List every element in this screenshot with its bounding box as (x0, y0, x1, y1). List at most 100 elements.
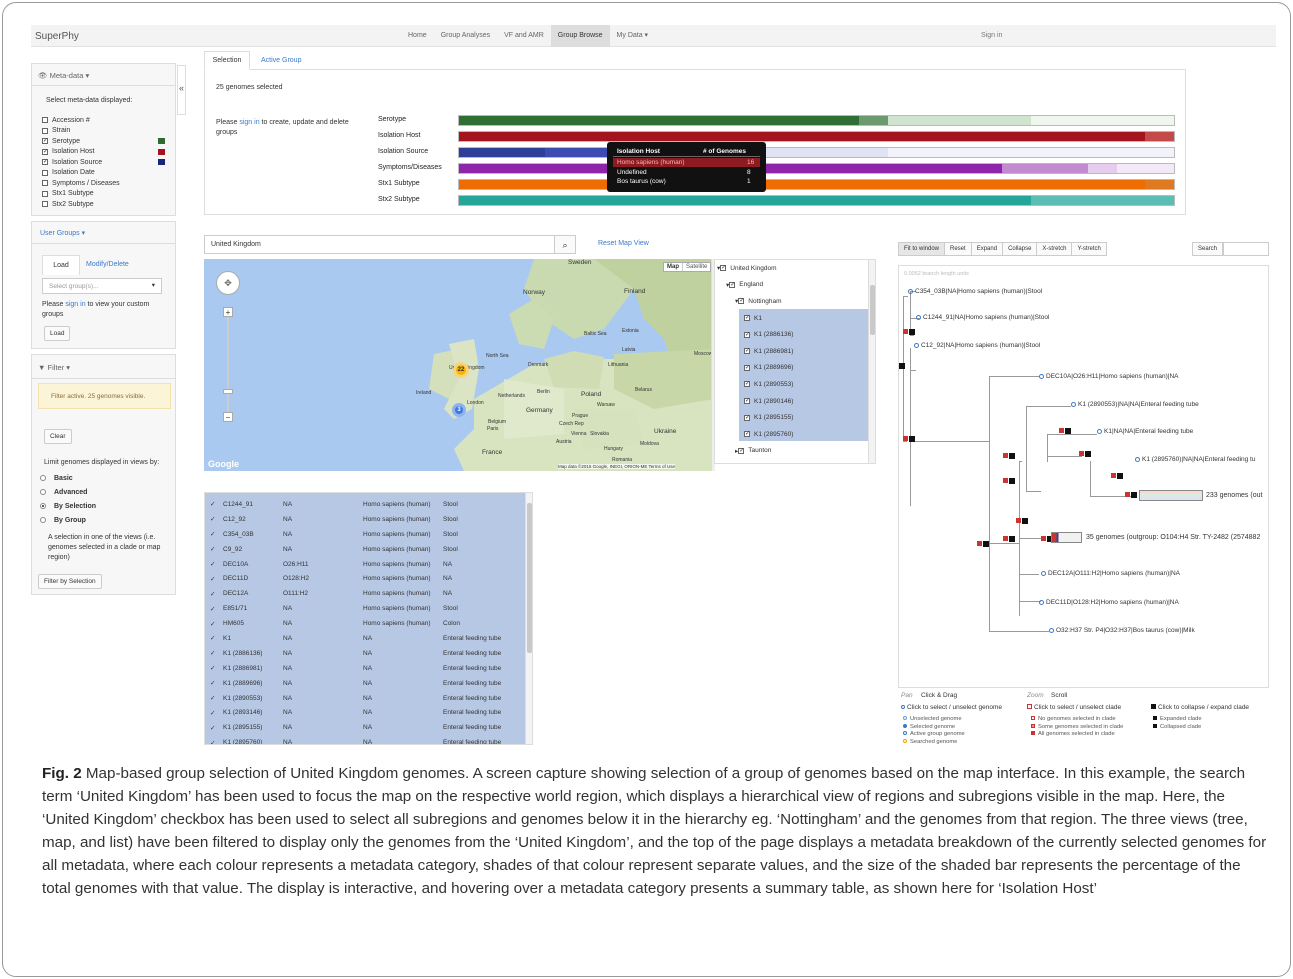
tree-leaf[interactable]: 233 genomes (out (1206, 492, 1262, 499)
metadata-option[interactable]: Symptoms / Diseases (42, 178, 177, 189)
table-row[interactable]: ✓ K1 (2886981) NA NA Enteral feeding tube (205, 661, 525, 676)
collapsed-clade-233[interactable] (1139, 490, 1203, 501)
row-checkbox[interactable]: ✓ (205, 649, 223, 657)
region-tree-item[interactable]: ▸ ✓ Taunton (715, 443, 870, 460)
load-button[interactable]: Load (44, 326, 71, 341)
metadata-checkbox[interactable]: ✓ (42, 159, 48, 166)
region-tree-item[interactable]: ✓ K1 (2895155) (715, 409, 870, 426)
tree-leaf[interactable]: K1 (2890553)|NA|NA|Enteral feeding tube (1071, 401, 1199, 408)
zoom-in-button[interactable]: + (223, 307, 233, 317)
metadata-checkbox[interactable] (42, 169, 48, 176)
tab-selection[interactable]: Selection (204, 51, 250, 70)
table-row[interactable]: ✓ C9_92 NA Homo sapiens (human) Stool (205, 542, 525, 557)
genome-node-icon[interactable] (1071, 401, 1076, 407)
tab-load[interactable]: Load (42, 255, 80, 275)
row-checkbox[interactable]: ✓ (205, 694, 223, 702)
tree-search-input[interactable] (1223, 242, 1269, 256)
clear-filter-button[interactable]: Clear (44, 429, 72, 444)
metadata-bar-segment[interactable] (1145, 180, 1174, 189)
table-row[interactable]: ✓ DEC11D O128:H2 Homo sapiens (human) NA (205, 571, 525, 586)
nav-item-4[interactable]: My Data ▾ (610, 25, 656, 47)
metadata-checkbox[interactable] (42, 117, 48, 124)
row-checkbox[interactable]: ✓ (205, 590, 223, 598)
table-row[interactable]: ✓ K1 (2886136) NA NA Enteral feeding tube (205, 646, 525, 661)
metadata-bar-segment[interactable] (459, 196, 1031, 205)
zoom-slider-track[interactable] (227, 317, 229, 412)
row-checkbox[interactable]: ✓ (205, 739, 223, 744)
genome-list-scrollbar[interactable] (525, 493, 532, 744)
metadata-bar-segment[interactable] (887, 116, 1031, 125)
metadata-bar-segment[interactable] (459, 148, 545, 157)
region-checkbox[interactable]: ✓ (744, 414, 750, 421)
table-row[interactable]: ✓ C354_03B NA Homo sapiens (human) Stool (205, 527, 525, 542)
filter-radio-option[interactable]: By Group (40, 513, 96, 527)
table-row[interactable]: ✓ C1244_91 NA Homo sapiens (human) Stool (205, 497, 525, 512)
metadata-checkbox[interactable] (42, 180, 48, 187)
metadata-checkbox[interactable] (42, 201, 48, 208)
row-checkbox[interactable]: ✓ (205, 634, 223, 642)
table-row[interactable]: ✓ K1 (2889696) NA NA Enteral feeding tube (205, 676, 525, 691)
region-tree-item[interactable]: ▾ ✓ United Kingdom (715, 260, 870, 277)
region-tree-item[interactable]: ✓ K1 (2890146) (715, 393, 870, 410)
metadata-checkbox[interactable] (42, 127, 48, 134)
metadata-option[interactable]: ✓ Serotype (42, 136, 177, 147)
tree-toolbar-button[interactable]: Fit to window (898, 242, 946, 256)
metadata-checkbox[interactable]: ✓ (42, 138, 48, 145)
metadata-option[interactable]: ✓ Isolation Host (42, 147, 177, 158)
radio-button[interactable] (40, 475, 46, 481)
zoom-slider-handle[interactable] (223, 389, 233, 394)
metadata-option[interactable]: Stx1 Subtype (42, 189, 177, 200)
genome-node-icon[interactable] (1039, 373, 1044, 379)
nav-item-3[interactable]: Group Browse (550, 25, 610, 47)
metadata-option[interactable]: Isolation Date (42, 168, 177, 179)
region-checkbox[interactable]: ✓ (738, 298, 744, 305)
map-type-satellite[interactable]: Satellite (682, 263, 710, 271)
metadata-bar[interactable] (458, 163, 1175, 174)
row-checkbox[interactable]: ✓ (205, 679, 223, 687)
map-type-map[interactable]: Map (664, 263, 682, 271)
tree-leaf[interactable]: 35 genomes (outgroup: O104:H4 Str. TY-24… (1086, 534, 1260, 541)
row-checkbox[interactable]: ✓ (205, 560, 223, 568)
region-tree-item[interactable]: ✓ K1 (2886981) (715, 343, 870, 360)
tree-toolbar-button[interactable]: Y-stretch (1071, 242, 1107, 256)
metadata-bar[interactable] (458, 147, 1175, 158)
map-canvas[interactable]: Sweden Norway Finland Estonia Latvia Lithuani… (204, 259, 714, 471)
tree-leaf[interactable]: DEC10A|O26:H11|Homo sapiens (human)|NA (1039, 373, 1178, 380)
sign-in-link[interactable]: sign in (239, 119, 259, 126)
metadata-bar-segment[interactable] (1030, 116, 1174, 125)
nav-item-1[interactable]: Group Analyses (434, 25, 497, 47)
tree-leaf[interactable]: C354_03B|NA|Homo sapiens (human)|Stool (908, 288, 1042, 295)
cluster-marker-uk[interactable]: 22 (453, 362, 469, 378)
metadata-bar-segment[interactable] (459, 180, 1146, 189)
filter-radio-option[interactable]: Basic (40, 471, 96, 485)
filter-radio-option[interactable]: Advanced (40, 485, 96, 499)
row-checkbox[interactable]: ✓ (205, 545, 223, 553)
genome-node-icon[interactable] (908, 288, 913, 294)
region-tree-item[interactable]: ✓ K1 (2890553) (715, 376, 870, 393)
metadata-bar-segment[interactable] (459, 116, 860, 125)
phylogeny-tree[interactable]: 0.0052 branch length units C354_03B|NA|H… (898, 265, 1269, 688)
tree-leaf[interactable]: C12_92|NA|Homo sapiens (human)|Stool (914, 342, 1040, 349)
region-checkbox[interactable]: ✓ (744, 431, 750, 438)
tree-leaf[interactable]: C1244_91|NA|Homo sapiens (human)|Stool (916, 314, 1049, 321)
row-checkbox[interactable]: ✓ (205, 605, 223, 613)
table-row[interactable]: ✓ HM605 NA Homo sapiens (human) Colon (205, 616, 525, 631)
region-checkbox[interactable]: ✓ (738, 447, 744, 454)
metadata-bar-segment[interactable] (916, 132, 1146, 141)
table-row[interactable]: ✓ DEC12A O111:H2 Homo sapiens (human) NA (205, 586, 525, 601)
genome-node-icon[interactable] (1049, 627, 1054, 633)
table-row[interactable]: ✓ K1 (2890553) NA NA Enteral feeding tube (205, 691, 525, 706)
tree-toolbar-button[interactable]: Collapse (1002, 242, 1038, 256)
region-checkbox[interactable]: ✓ (744, 364, 750, 371)
row-checkbox[interactable]: ✓ (205, 709, 223, 717)
tree-leaf[interactable]: K1 (2895760)|NA|NA|Enteral feeding tu (1135, 456, 1255, 463)
region-checkbox[interactable]: ✓ (744, 331, 750, 338)
metadata-bar-segment[interactable] (1145, 132, 1174, 141)
table-row[interactable]: ✓ DEC10A O26:H11 Homo sapiens (human) NA (205, 557, 525, 572)
metadata-bar-segment[interactable] (1002, 164, 1089, 173)
metadata-bar[interactable] (458, 115, 1175, 126)
row-checkbox[interactable]: ✓ (205, 575, 223, 583)
metadata-bar-segment[interactable] (459, 132, 917, 141)
radio-button[interactable] (40, 489, 46, 495)
region-tree-item[interactable]: ▾ ✓ England (715, 277, 870, 294)
